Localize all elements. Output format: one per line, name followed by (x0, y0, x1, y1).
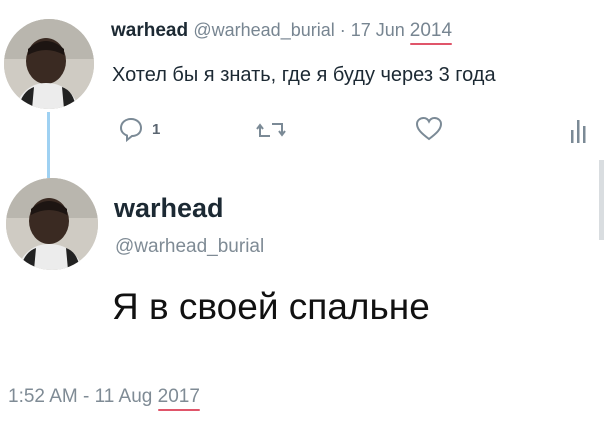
tweet-text: Я в своей спальне (112, 286, 430, 327)
meta-separator: · (334, 20, 351, 40)
avatar[interactable] (6, 178, 98, 270)
retweet-icon (256, 118, 286, 142)
handle[interactable]: @warhead_burial (115, 236, 264, 258)
handle[interactable]: @warhead_burial (193, 20, 334, 40)
tweet-date[interactable]: 17 Jun (351, 20, 410, 40)
reply-count: 1 (152, 120, 161, 138)
display-name[interactable]: warhead (114, 193, 224, 224)
tweet-timestamp[interactable]: 1:52 AM - 11 Aug 2017 (8, 386, 200, 408)
scrollbar[interactable] (599, 160, 604, 240)
tweet-actions: 1 (0, 116, 604, 146)
display-name[interactable]: warhead (111, 20, 188, 41)
avatar[interactable] (4, 19, 94, 109)
analytics-icon (569, 116, 589, 144)
timestamp-year: 2017 (157, 386, 200, 407)
reply-button[interactable]: 1 (118, 116, 160, 142)
like-icon (415, 116, 443, 142)
tweet-text: Хотел бы я знать, где я буду через 3 год… (112, 64, 496, 86)
reply-icon (118, 116, 144, 142)
retweet-button[interactable] (256, 118, 286, 142)
timestamp-text: 1:52 AM - 11 Aug (8, 386, 158, 407)
like-button[interactable] (415, 116, 443, 142)
analytics-button[interactable] (569, 116, 589, 144)
tweet-year[interactable]: 2014 (410, 20, 452, 41)
tweet-header: warhead @warhead_burial · 17 Jun 2014 (111, 20, 452, 42)
